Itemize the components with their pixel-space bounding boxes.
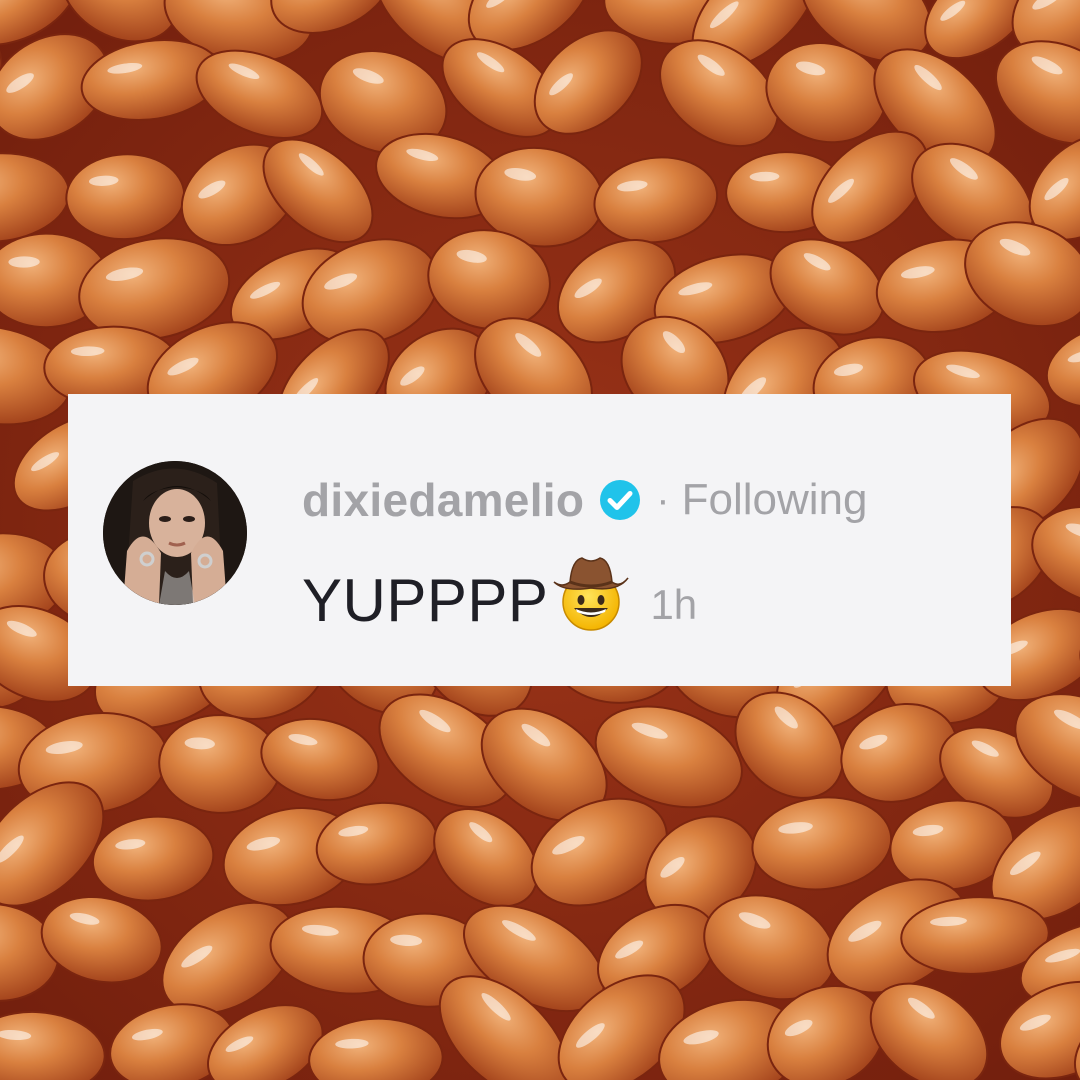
comment-body-row: YUPPPP 1h bbox=[302, 557, 698, 640]
verified-check-icon bbox=[598, 478, 642, 522]
avatar[interactable] bbox=[103, 461, 247, 605]
cowboy-hat-face-emoji-icon bbox=[550, 552, 632, 634]
comment-meta-row: dixiedamelio · Following bbox=[302, 470, 867, 530]
separator-dot: · bbox=[656, 477, 670, 522]
profile-photo-icon bbox=[103, 461, 247, 605]
timestamp: 1h bbox=[650, 581, 698, 628]
comment-text: YUPPPP bbox=[302, 566, 549, 634]
follow-status[interactable]: Following bbox=[682, 475, 868, 525]
username-link[interactable]: dixiedamelio bbox=[302, 473, 584, 527]
